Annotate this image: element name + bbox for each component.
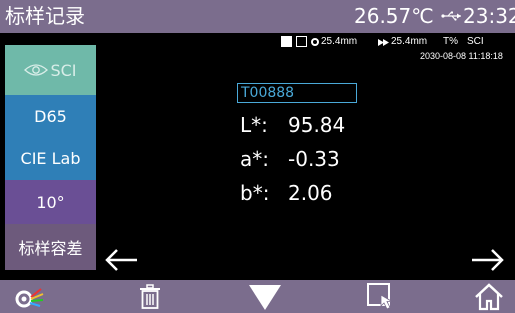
observer-angle-button[interactable]: 10° [5, 180, 96, 224]
specular-mode-label: SCI [50, 60, 77, 80]
l-label: L*: [240, 113, 268, 137]
title-bar: 标样记录 26.57℃ 23:32 [0, 0, 515, 33]
l-value-row: L*: 95.84 [240, 112, 345, 138]
clock: 23:32 [463, 4, 515, 28]
trash-icon [140, 283, 160, 309]
temperature-readout: 26.57℃ [354, 4, 434, 28]
measurement-aperture: 25.4mm [391, 36, 428, 47]
light-beam-icon [378, 39, 389, 46]
select-button[interactable] [364, 280, 404, 313]
aperture-ring-icon [311, 38, 319, 46]
tolerance-button[interactable]: 标样容差 [5, 224, 96, 270]
illuminant-button[interactable]: D65 [5, 95, 96, 137]
filled-square-icon [281, 36, 292, 47]
specular-mode: SCI [467, 36, 484, 47]
down-triangle-icon [249, 284, 281, 310]
color-space-button[interactable]: CIE Lab [5, 137, 96, 180]
home-button[interactable] [472, 280, 506, 313]
a-label: a*: [240, 147, 269, 171]
color-measure-icon [15, 287, 44, 307]
next-arrow-icon[interactable] [470, 247, 506, 273]
specular-mode-button[interactable]: SCI [5, 45, 96, 95]
previous-arrow-icon[interactable] [103, 247, 139, 273]
measure-button[interactable] [246, 280, 284, 313]
observer-angle-label: 10° [36, 192, 65, 212]
page-title: 标样记录 [5, 4, 85, 28]
illuminant-label: D65 [34, 106, 67, 126]
a-value-row: a*: -0.33 [240, 146, 340, 172]
empty-square-icon [296, 36, 307, 47]
sample-id-field[interactable]: T00888 [237, 83, 357, 103]
pointer-select-icon [367, 282, 394, 310]
b-value-row: b*: 2.06 [240, 180, 333, 206]
home-icon [475, 282, 503, 310]
aperture-size: 25.4mm [321, 36, 358, 47]
record-datetime: 2030-08-08 11:18:18 [420, 51, 503, 61]
bottom-toolbar [0, 280, 515, 313]
measure-mode: T% [443, 36, 458, 47]
usb-icon [441, 11, 461, 21]
a-value: -0.33 [288, 147, 340, 171]
tolerance-label: 标样容差 [18, 239, 83, 258]
l-value: 95.84 [288, 113, 346, 137]
eye-icon [24, 64, 49, 76]
b-value: 2.06 [288, 181, 333, 205]
delete-button[interactable] [135, 280, 165, 313]
color-space-label: CIE Lab [20, 149, 81, 168]
color-measure-button[interactable] [12, 280, 50, 313]
b-label: b*: [240, 181, 270, 205]
